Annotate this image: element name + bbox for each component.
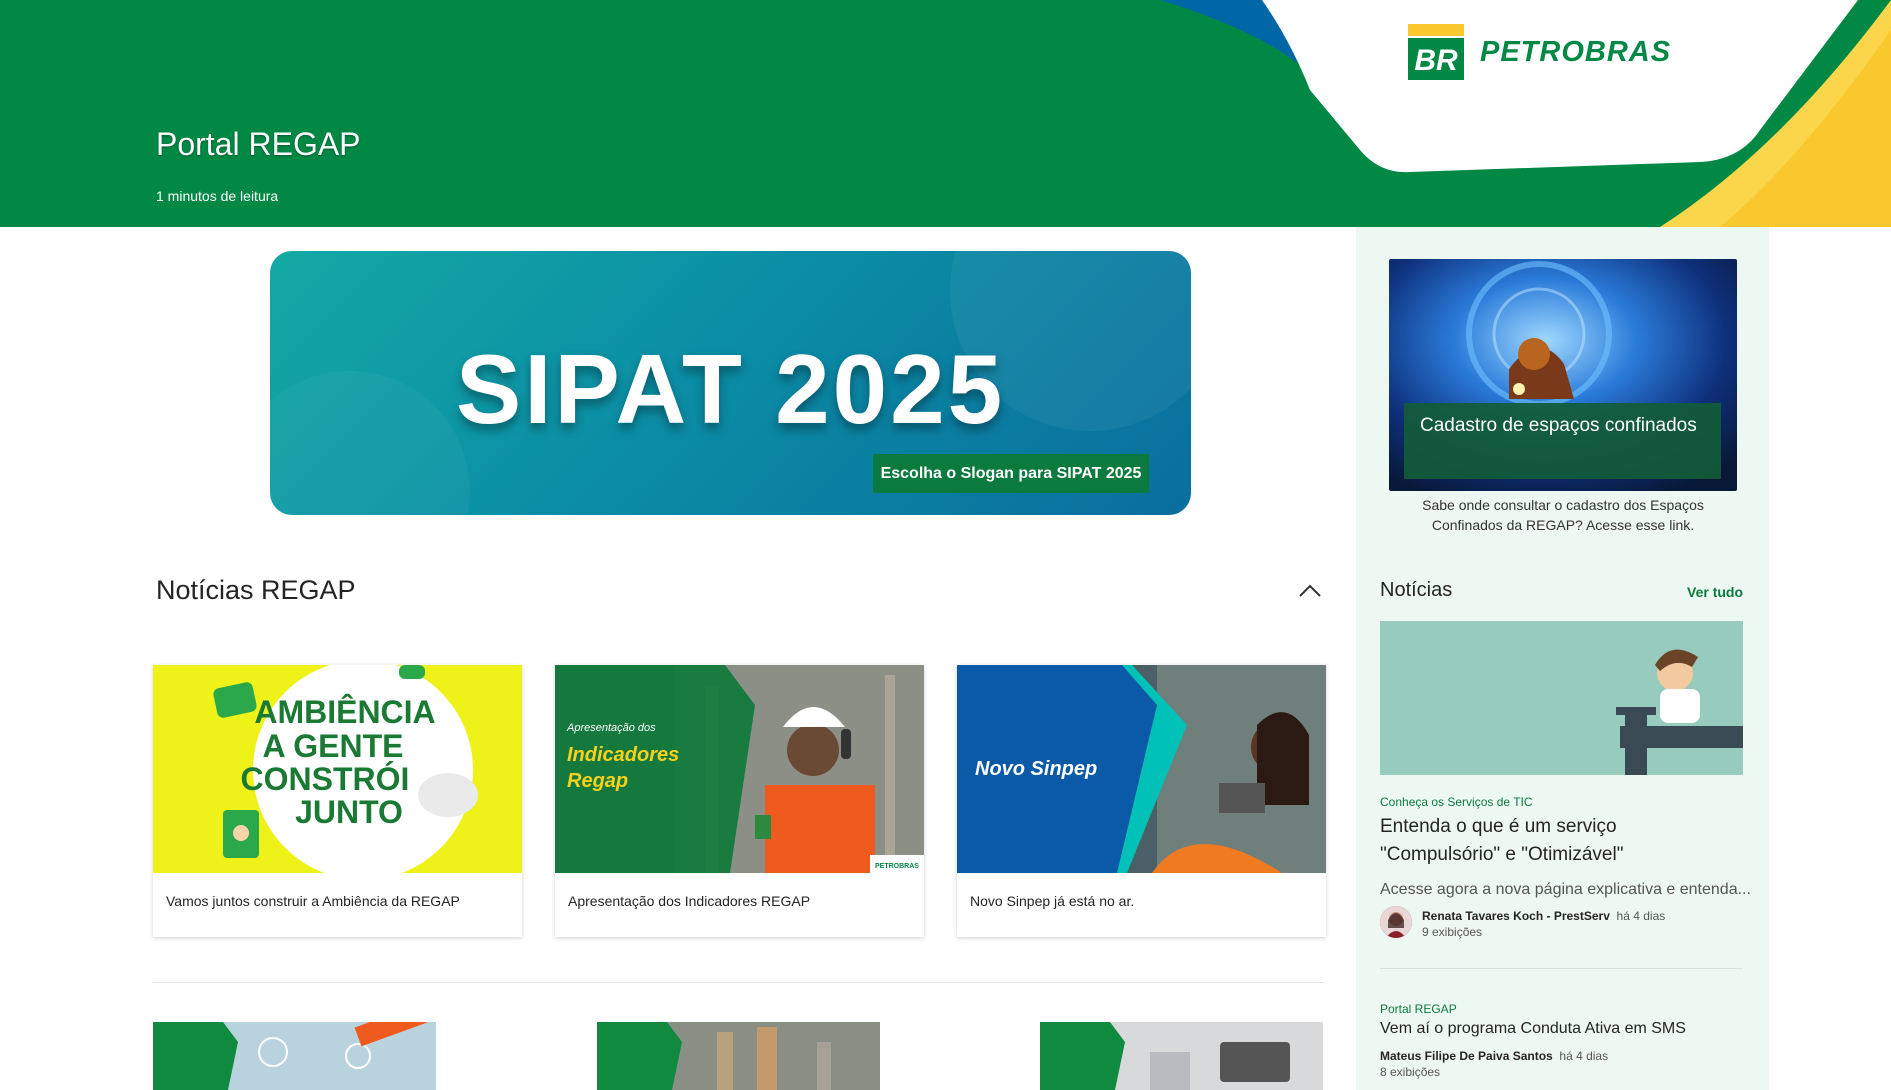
news-card-image [597, 1022, 880, 1090]
news-card-image: PETROBRAS Apresentação dos Indicadores R… [555, 665, 924, 873]
author-avatar [1380, 906, 1412, 938]
reading-time: 1 minutos de leitura [156, 188, 279, 204]
petrobras-logo: BR PETROBRAS [1408, 24, 1671, 80]
news-card-sinpep[interactable]: Novo Sinpep Novo Sinpep já está no ar. [957, 665, 1326, 937]
section-divider [153, 982, 1324, 983]
news-description: Acesse agora a nova página explicativa e… [1380, 881, 1750, 898]
slogan-button[interactable]: Escolha o Slogan para SIPAT 2025 [873, 454, 1149, 493]
news-card-caption: Novo Sinpep já está no ar. [970, 893, 1135, 909]
hero-banner[interactable]: SIPAT 2025 Escolha o Slogan para SIPAT 2… [270, 251, 1191, 515]
news-card-image [153, 1022, 436, 1090]
news-meta: Mateus Filipe De Paiva Santos há 4 dias [1380, 1049, 1608, 1063]
svg-text:CONSTRÓI: CONSTRÓI [241, 761, 410, 797]
svg-text:A GENTE: A GENTE [262, 728, 403, 764]
news-title[interactable]: Entenda o que é um serviço "Compulsório"… [1380, 813, 1740, 869]
svg-text:JUNTO: JUNTO [295, 794, 403, 830]
main-content: SIPAT 2025 Escolha o Slogan para SIPAT 2… [120, 227, 1356, 1090]
svg-text:Regap: Regap [567, 770, 628, 792]
featured-description: Sabe onde consultar o cadastro dos Espaç… [1422, 497, 1704, 533]
page-header: Portal REGAP 1 minutos de leitura BR PET… [0, 0, 1891, 227]
news-author[interactable]: Renata Tavares Koch - PrestServ [1422, 909, 1610, 923]
news-card-image: AMBIÊNCIA A GENTE CONSTRÓI JUNTO [153, 665, 522, 873]
featured-confined-spaces[interactable]: Cadastro de espaços confinados [1389, 259, 1737, 491]
news-card-row2-2[interactable] [597, 1022, 880, 1090]
svg-text:Apresentação dos: Apresentação dos [566, 722, 656, 734]
right-sidebar: Cadastro de espaços confinados Sabe onde… [1356, 227, 1769, 1090]
news-card-row2-1[interactable] [153, 1022, 436, 1090]
br-logo-icon: BR [1408, 24, 1464, 80]
news-card-image: Novo Sinpep [957, 665, 1326, 873]
news-card-indicadores[interactable]: PETROBRAS Apresentação dos Indicadores R… [555, 665, 924, 937]
featured-label: Cadastro de espaços confinados [1404, 403, 1721, 479]
sidebar-news-image[interactable] [1380, 621, 1743, 775]
news-author[interactable]: Mateus Filipe De Paiva Santos [1380, 1049, 1553, 1063]
svg-text:AMBIÊNCIA: AMBIÊNCIA [254, 694, 435, 730]
svg-text:Indicadores: Indicadores [567, 744, 679, 766]
news-meta: Renata Tavares Koch - PrestServ há 4 dia… [1422, 909, 1665, 923]
news-date: há 4 dias [1616, 909, 1666, 923]
sidebar-divider [1380, 968, 1743, 969]
news-card-caption: Vamos juntos construir a Ambiência da RE… [166, 893, 460, 909]
news-section-title: Notícias REGAP [156, 575, 356, 605]
news-category[interactable]: Portal REGAP [1380, 1002, 1457, 1016]
svg-text:Novo Sinpep: Novo Sinpep [975, 758, 1097, 780]
news-title[interactable]: Vem aí o programa Conduta Ativa em SMS [1380, 1020, 1686, 1038]
news-date: há 4 dias [1559, 1049, 1609, 1063]
chevron-up-icon[interactable] [1296, 577, 1324, 605]
news-card-caption: Apresentação dos Indicadores REGAP [568, 893, 811, 909]
sidebar-news-title: Notícias [1380, 579, 1453, 601]
see-all-link[interactable]: Ver tudo [1687, 584, 1743, 600]
page-title: Portal REGAP [156, 126, 361, 162]
svg-text:BR: BR [1414, 44, 1458, 77]
news-card-ambiencia[interactable]: AMBIÊNCIA A GENTE CONSTRÓI JUNTO Vamos j… [153, 665, 522, 937]
news-views: 9 exibições [1422, 925, 1483, 939]
news-category[interactable]: Conheça os Serviços de TIC [1380, 795, 1533, 809]
news-card-row2-3[interactable] [1040, 1022, 1323, 1090]
svg-text:PETROBRAS: PETROBRAS [875, 863, 919, 870]
hero-title: SIPAT 2025 [455, 334, 1006, 444]
news-views: 8 exibições [1380, 1065, 1441, 1079]
news-card-image [1040, 1022, 1323, 1090]
logo-wordmark: PETROBRAS [1480, 35, 1672, 68]
